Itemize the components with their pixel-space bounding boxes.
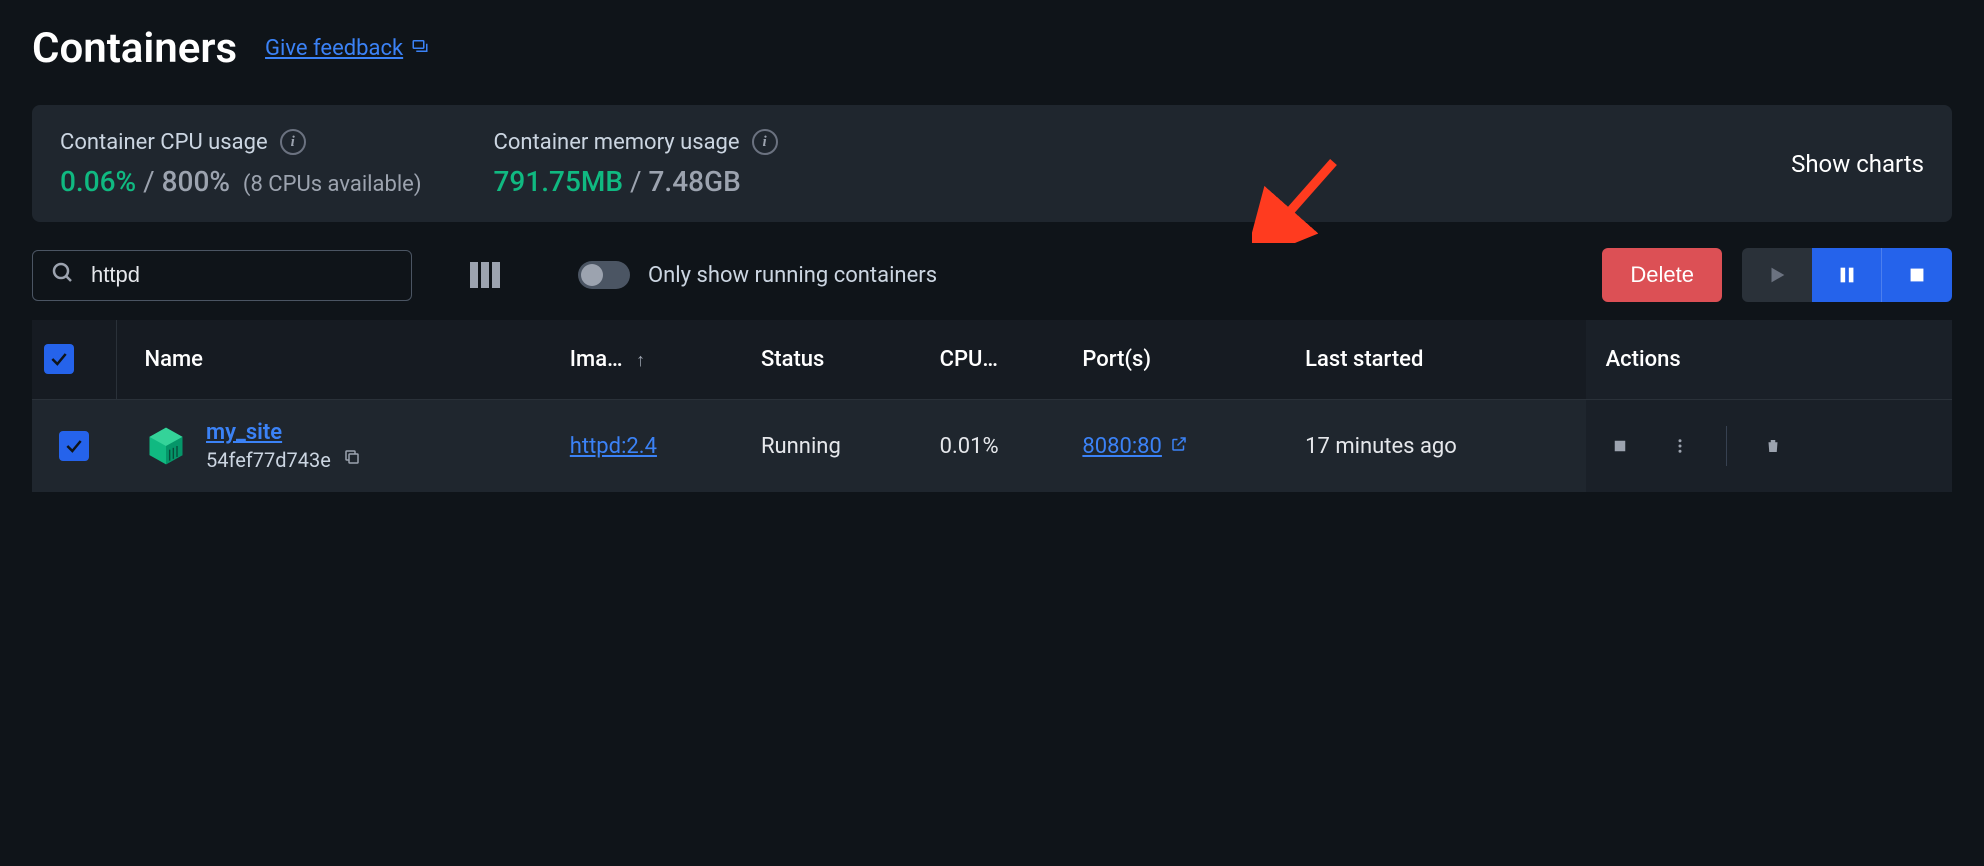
column-image[interactable]: Ima… ↑: [558, 320, 749, 400]
image-link[interactable]: httpd:2.4: [570, 434, 657, 459]
column-ports[interactable]: Port(s): [1070, 320, 1293, 400]
cpu-usage-label: Container CPU usage: [60, 130, 268, 155]
containers-table: Name Ima… ↑ Status CPU… Port(s) Last sta…: [32, 320, 1952, 492]
copy-icon[interactable]: [343, 447, 361, 472]
page-title: Containers: [32, 24, 237, 73]
column-name[interactable]: Name: [116, 320, 558, 400]
row-checkbox[interactable]: [59, 431, 89, 461]
memory-usage-label: Container memory usage: [494, 130, 740, 155]
search-input[interactable]: [91, 262, 393, 288]
memory-total-value: 7.48GB: [649, 165, 741, 198]
info-icon[interactable]: i: [752, 129, 778, 155]
give-feedback-link[interactable]: Give feedback: [265, 36, 429, 61]
row-delete-button[interactable]: [1759, 432, 1787, 460]
info-icon[interactable]: i: [280, 129, 306, 155]
memory-separator: /: [630, 165, 642, 198]
last-started-value: 17 minutes ago: [1293, 400, 1585, 493]
action-separator: [1726, 426, 1727, 466]
search-box[interactable]: [32, 250, 412, 301]
select-all-header: [32, 320, 116, 400]
only-running-toggle[interactable]: [578, 261, 630, 289]
search-icon: [51, 261, 75, 290]
cpu-used-value: 0.06%: [60, 165, 136, 198]
feedback-icon: [411, 36, 429, 61]
start-button[interactable]: [1742, 248, 1812, 302]
status-value: Running: [749, 400, 928, 493]
column-image-label: Ima…: [570, 347, 623, 372]
port-value: 8080:80: [1082, 434, 1162, 459]
column-status[interactable]: Status: [749, 320, 928, 400]
container-name-link[interactable]: my_site: [206, 420, 361, 445]
cpu-total-value: 800%: [162, 165, 230, 198]
only-running-label: Only show running containers: [648, 263, 937, 288]
delete-button[interactable]: Delete: [1602, 248, 1722, 302]
row-stop-button[interactable]: [1606, 432, 1634, 460]
toolbar: Only show running containers Delete: [32, 248, 1952, 302]
stop-button[interactable]: [1882, 248, 1952, 302]
column-last-started[interactable]: Last started: [1293, 320, 1585, 400]
bulk-action-buttons: [1742, 248, 1952, 302]
stats-panel: Container CPU usage i 0.06% / 800% (8 CP…: [32, 105, 1952, 222]
external-link-icon: [1170, 434, 1188, 459]
port-link[interactable]: 8080:80: [1082, 434, 1188, 459]
container-id: 54fef77d743e: [206, 448, 331, 472]
memory-used-value: 791.75MB: [494, 165, 624, 198]
container-icon: [144, 424, 188, 468]
table-row[interactable]: my_site 54fef77d743e httpd:2.4 Running 0…: [32, 400, 1952, 493]
column-actions: Actions: [1586, 320, 1952, 400]
cpu-value: 0.01%: [928, 400, 1071, 493]
columns-button[interactable]: [462, 254, 508, 296]
select-all-checkbox[interactable]: [44, 344, 74, 374]
give-feedback-label: Give feedback: [265, 36, 403, 61]
row-more-button[interactable]: [1666, 432, 1694, 460]
cpu-note: (8 CPUs available): [243, 172, 422, 197]
memory-usage-block: Container memory usage i 791.75MB / 7.48…: [494, 129, 778, 198]
sort-asc-icon: ↑: [636, 350, 645, 371]
cpu-usage-block: Container CPU usage i 0.06% / 800% (8 CP…: [60, 129, 422, 198]
show-charts-link[interactable]: Show charts: [1791, 150, 1924, 178]
cpu-separator: /: [143, 165, 155, 198]
column-cpu[interactable]: CPU…: [928, 320, 1071, 400]
pause-button[interactable]: [1812, 248, 1882, 302]
